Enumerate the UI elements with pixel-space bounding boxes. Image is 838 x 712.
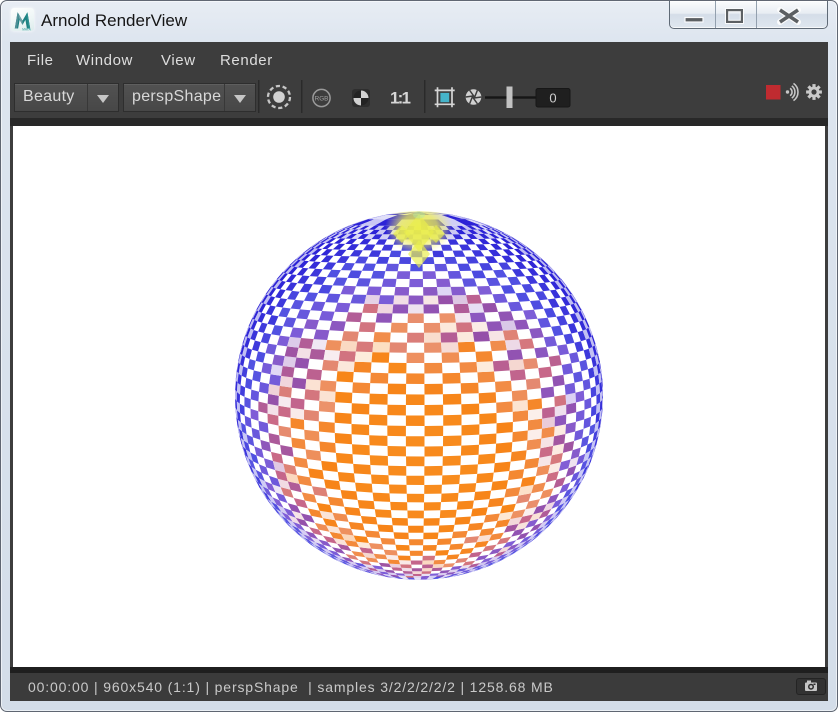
svg-text:0: 0 [549,91,556,106]
svg-text:MAYA: MAYA [22,28,31,31]
svg-text:RGB: RGB [315,96,329,103]
svg-text:1:1: 1:1 [390,89,411,108]
